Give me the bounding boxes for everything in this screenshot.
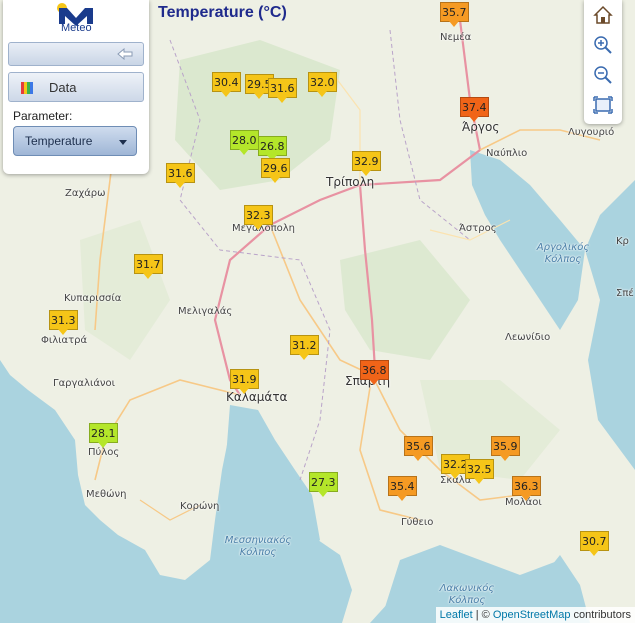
temperature-marker[interactable]: 32.0 xyxy=(308,72,337,97)
place-argos: Άργος xyxy=(462,120,500,134)
place-zacharo: Ζαχάρω xyxy=(65,188,106,199)
place-tripoli: Τρίπολη xyxy=(326,175,375,189)
fit-extent-icon[interactable] xyxy=(589,92,617,118)
attribution-separator: | © xyxy=(472,609,493,621)
place-lygourio: Λυγουριό xyxy=(568,127,615,138)
temperature-marker[interactable]: 28.0 xyxy=(230,130,259,155)
temperature-marker[interactable]: 32.9 xyxy=(352,151,381,176)
data-button-label: Data xyxy=(49,80,77,95)
zoom-out-icon[interactable] xyxy=(589,62,617,88)
temperature-marker[interactable]: 31.6 xyxy=(268,78,297,103)
osm-link[interactable]: OpenStreetMap xyxy=(493,609,571,621)
color-palette-icon xyxy=(21,82,33,94)
temperature-marker[interactable]: 26.8 xyxy=(258,136,287,161)
place-leonidio: Λεωνίδιο xyxy=(505,332,551,343)
place-kalamata: Καλαμάτα xyxy=(226,390,288,404)
temperature-marker[interactable]: 32.3 xyxy=(244,205,273,230)
place-kyparissia: Κυπαρισσία xyxy=(64,293,122,304)
map-attribution: Leaflet | © OpenStreetMap contributors xyxy=(435,607,635,623)
temperature-marker[interactable]: 29.6 xyxy=(261,158,290,183)
temperature-marker[interactable]: 35.9 xyxy=(491,436,520,461)
parameter-label: Parameter: xyxy=(13,109,73,123)
home-icon[interactable] xyxy=(589,2,617,28)
temperature-marker[interactable]: 28.1 xyxy=(89,423,118,448)
temperature-marker[interactable]: 32.5 xyxy=(465,459,494,484)
collapse-panel-button[interactable] xyxy=(8,42,144,66)
place-astros: Άστρος xyxy=(459,223,497,234)
temperature-marker[interactable]: 31.6 xyxy=(166,163,195,188)
place-gargalianoi: Γαργαλιάνοι xyxy=(53,378,116,389)
map-toolbar xyxy=(584,0,622,124)
leaflet-link[interactable]: Leaflet xyxy=(440,609,473,621)
temperature-marker[interactable]: 30.7 xyxy=(580,531,609,556)
place-kr: Κρ xyxy=(616,236,629,247)
chevron-down-icon xyxy=(119,140,127,145)
place-nafplio: Ναύπλιο xyxy=(486,148,528,159)
temperature-marker[interactable]: 35.6 xyxy=(404,436,433,461)
temperature-marker[interactable]: 36.3 xyxy=(512,476,541,501)
temperature-marker[interactable]: 35.4 xyxy=(388,476,417,501)
temperature-marker[interactable]: 37.4 xyxy=(460,97,489,122)
parameter-select-value: Temperature xyxy=(25,134,93,148)
attribution-suffix: contributors xyxy=(570,609,631,621)
arrow-left-icon xyxy=(117,48,133,60)
place-messinian-gulf: Μεσσηνιακός Κόλπος xyxy=(224,535,292,558)
temperature-marker[interactable]: 31.3 xyxy=(49,310,78,335)
temperature-marker[interactable]: 31.9 xyxy=(230,369,259,394)
temperature-marker[interactable]: 36.8 xyxy=(360,360,389,385)
temperature-marker[interactable]: 27.3 xyxy=(309,472,338,497)
temperature-marker[interactable]: 31.2 xyxy=(290,335,319,360)
place-nemea: Νεμέα xyxy=(440,32,472,43)
temperature-marker[interactable]: 30.4 xyxy=(212,72,241,97)
place-methoni: Μεθώνη xyxy=(86,489,127,500)
temperature-marker[interactable]: 31.7 xyxy=(134,254,163,279)
place-spetses: Σπέ xyxy=(616,288,634,299)
place-meligalas: Μελιγαλάς xyxy=(178,306,233,317)
logo-text: Meteo xyxy=(61,22,92,34)
place-koroni: Κορώνη xyxy=(180,501,220,512)
place-filiatra: Φιλιατρά xyxy=(41,335,88,346)
place-argolic-gulf: Αργολικός Κόλπος xyxy=(536,242,590,265)
place-laconian-gulf: Λακωνικός Κόλπος xyxy=(439,583,495,606)
place-pylos: Πύλος xyxy=(88,447,120,458)
temperature-marker[interactable]: 35.7 xyxy=(440,2,469,27)
data-button[interactable]: Data xyxy=(8,72,144,102)
control-panel: Meteo Data Parameter: Temperature xyxy=(3,0,149,174)
zoom-in-icon[interactable] xyxy=(589,32,617,58)
map-title: Temperature (°C) xyxy=(158,4,287,21)
parameter-select[interactable]: Temperature xyxy=(13,126,137,156)
place-gytheio: Γύθειο xyxy=(401,517,434,528)
